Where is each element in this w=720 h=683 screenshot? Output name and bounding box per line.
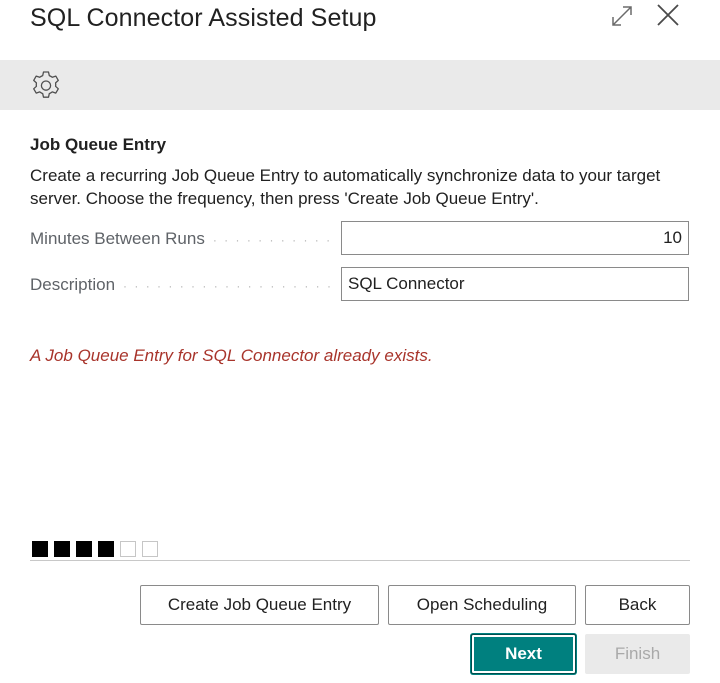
- close-button[interactable]: [648, 0, 688, 34]
- create-job-queue-entry-button[interactable]: Create Job Queue Entry: [140, 585, 379, 625]
- description-label-text: Description: [30, 275, 116, 294]
- leader-dots: · · · · · · · · · · · · · · · · · · · · …: [212, 232, 335, 247]
- minutes-between-runs-input[interactable]: [341, 221, 689, 255]
- minutes-label: Minutes Between Runs · · · · · · · · · · …: [30, 229, 335, 249]
- toolbar: [0, 60, 720, 110]
- divider: [30, 560, 690, 561]
- next-button[interactable]: Next: [471, 634, 576, 674]
- dialog-title: SQL Connector Assisted Setup: [30, 4, 377, 32]
- progress-step: [54, 541, 70, 557]
- expand-icon: [612, 6, 632, 26]
- section-description: Create a recurring Job Queue Entry to au…: [30, 166, 661, 208]
- section-title: Job Queue Entry: [30, 135, 167, 154]
- description-label: Description · · · · · · · · · · · · · · ·…: [30, 275, 335, 295]
- progress-step: [76, 541, 92, 557]
- progress-step: [32, 541, 48, 557]
- minutes-label-text: Minutes Between Runs: [30, 229, 205, 248]
- description-input[interactable]: [341, 267, 689, 301]
- back-button[interactable]: Back: [585, 585, 690, 625]
- expand-button[interactable]: [602, 0, 642, 34]
- progress-step: [142, 541, 158, 557]
- step-progress: [32, 541, 158, 557]
- progress-step: [120, 541, 136, 557]
- warning-message: A Job Queue Entry for SQL Connector alre…: [30, 346, 433, 365]
- gear-icon: [33, 71, 59, 98]
- finish-button[interactable]: Finish: [585, 634, 690, 674]
- progress-step: [98, 541, 114, 557]
- close-icon: [657, 4, 679, 26]
- open-scheduling-button[interactable]: Open Scheduling: [388, 585, 576, 625]
- leader-dots: · · · · · · · · · · · · · · · · · · · · …: [123, 278, 335, 293]
- settings-button[interactable]: [29, 69, 63, 103]
